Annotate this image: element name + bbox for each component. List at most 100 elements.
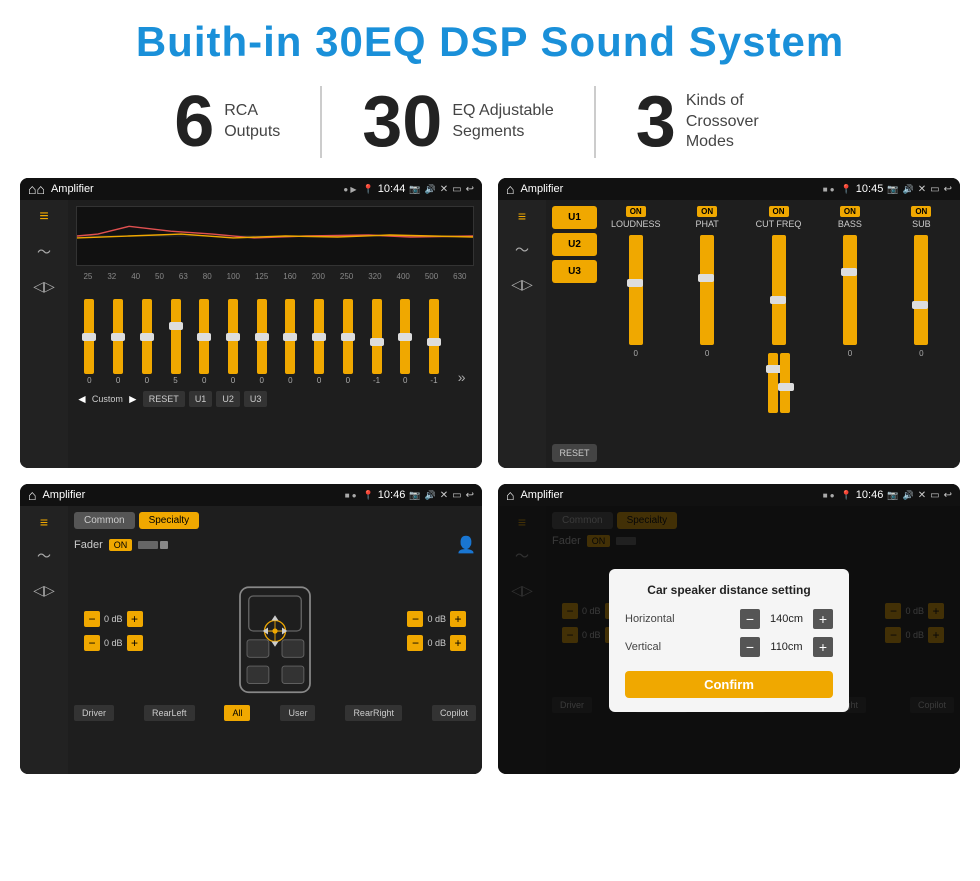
home-icon-4[interactable]: ⌂ xyxy=(506,487,514,503)
wave-icon-3[interactable]: 〜 xyxy=(37,546,51,566)
home-icon-3[interactable]: ⌂ xyxy=(28,487,36,503)
driver-button[interactable]: Driver xyxy=(74,705,114,721)
eq-slider-1: 0 xyxy=(113,299,123,385)
screen3-content: ≡ 〜 ◁▷ Common Specialty Fader ON 👤 xyxy=(20,506,482,774)
user-button[interactable]: User xyxy=(280,705,315,721)
eq-icon-1[interactable]: ≡ xyxy=(39,208,48,226)
vertical-inc-button[interactable]: + xyxy=(813,637,833,657)
crossover-reset-button[interactable]: RESET xyxy=(552,444,597,462)
eq-reset-button[interactable]: RESET xyxy=(143,391,185,407)
channel-bass: ON BASS 0 xyxy=(817,206,882,462)
stat-crossover: 3 Kinds of Crossover Modes xyxy=(596,86,846,158)
vol-fl-inc[interactable]: + xyxy=(127,611,143,627)
vol-icon-1[interactable]: ◁▷ xyxy=(33,278,55,295)
wave-icon-1[interactable]: 〜 xyxy=(37,242,51,262)
crossover-channels: ON LOUDNESS 0 ON PHAT 0 ON xyxy=(603,206,954,462)
status-icons-4: 📍 10:46 📷 🔊 ✕ ▭ ↩ xyxy=(841,489,952,501)
x-icon-1: ✕ xyxy=(440,184,448,195)
back-icon-3[interactable]: ↩ xyxy=(466,490,474,501)
screen-eq: ⌂ Amplifier ● ▶ 📍 10:44 📷 🔊 ✕ ▭ ↩ ≡ 〜 ◁▷ xyxy=(20,178,482,468)
channel-phat: ON PHAT 0 xyxy=(674,206,739,462)
eq-u3-button[interactable]: U3 xyxy=(244,391,268,407)
horizontal-value: 140cm xyxy=(764,613,809,625)
u3-button[interactable]: U3 xyxy=(552,260,597,283)
cutfreq-label: CUT FREQ xyxy=(756,219,802,229)
u2-button[interactable]: U2 xyxy=(552,233,597,256)
vol-rl-dec[interactable]: − xyxy=(84,635,100,651)
home-icon-2[interactable]: ⌂ xyxy=(506,181,514,197)
x-icon-2: ✕ xyxy=(918,184,926,195)
eq-slider-11: 0 xyxy=(400,299,410,385)
channel-sub: ON SUB 0 xyxy=(889,206,954,462)
eq-next-button[interactable]: ► xyxy=(127,392,139,406)
eq-slider-12: -1 xyxy=(429,299,439,385)
vol-rl-inc[interactable]: + xyxy=(127,635,143,651)
vertical-controls: − 110cm + xyxy=(740,637,833,657)
eq-u1-button[interactable]: U1 xyxy=(189,391,213,407)
copilot-button[interactable]: Copilot xyxy=(432,705,476,721)
vol-fr-dec[interactable]: − xyxy=(407,611,423,627)
eq-icon-3[interactable]: ≡ xyxy=(40,514,48,530)
vol-rr-dec[interactable]: − xyxy=(407,635,423,651)
vol-rr-inc[interactable]: + xyxy=(450,635,466,651)
screen3-title: Amplifier xyxy=(42,489,338,501)
screen1-time: 10:44 xyxy=(378,183,406,195)
eq-bottom-bar: ◄ Custom ► RESET U1 U2 U3 xyxy=(76,389,474,409)
wave-icon-2[interactable]: 〜 xyxy=(515,240,529,260)
vol-fl-dec[interactable]: − xyxy=(84,611,100,627)
back-icon-2[interactable]: ↩ xyxy=(944,184,952,195)
eq-slider-13: » xyxy=(458,369,466,385)
status-bar-2: ⌂ Amplifier ■ ● 📍 10:45 📷 🔊 ✕ ▭ ↩ xyxy=(498,178,960,200)
rearright-button[interactable]: RearRight xyxy=(345,705,402,721)
confirm-button[interactable]: Confirm xyxy=(625,671,833,698)
eq-graph xyxy=(76,206,474,266)
rect-icon-1: ▭ xyxy=(452,184,461,195)
vol-rl-value: 0 dB xyxy=(104,638,123,648)
all-button[interactable]: All xyxy=(224,705,250,721)
status-icons-3: 📍 10:46 📷 🔊 ✕ ▭ ↩ xyxy=(363,489,474,501)
loudness-on: ON xyxy=(626,206,646,217)
crossover-presets: U1 U2 U3 RESET xyxy=(552,206,597,462)
camera-icon-1: 📷 xyxy=(409,184,420,195)
eq-icon-2[interactable]: ≡ xyxy=(518,208,526,224)
stat-rca-text: RCA Outputs xyxy=(224,101,280,143)
vol-rr-value: 0 dB xyxy=(427,638,446,648)
screen4-time: 10:46 xyxy=(856,489,884,501)
x-icon-3: ✕ xyxy=(440,490,448,501)
tab-specialty[interactable]: Specialty xyxy=(139,512,200,529)
vol-fr-inc[interactable]: + xyxy=(450,611,466,627)
stat-eq: 30 EQ Adjustable Segments xyxy=(322,86,596,158)
camera-icon-2: 📷 xyxy=(887,184,898,195)
stat-eq-text: EQ Adjustable Segments xyxy=(452,101,553,143)
screen1-content: ≡ 〜 ◁▷ 2532405063 80100125160200 2503204… xyxy=(20,200,482,468)
sub-label: SUB xyxy=(912,219,931,229)
vol-icon-2[interactable]: ◁▷ xyxy=(511,276,533,293)
u1-button[interactable]: U1 xyxy=(552,206,597,229)
eq-prev-button[interactable]: ◄ xyxy=(76,392,88,406)
screen3-dots: ■ ● xyxy=(345,491,357,500)
eq-slider-10: -1 xyxy=(372,299,382,385)
tab-common[interactable]: Common xyxy=(74,512,135,529)
screens-grid: ⌂ Amplifier ● ▶ 📍 10:44 📷 🔊 ✕ ▭ ↩ ≡ 〜 ◁▷ xyxy=(0,168,980,784)
back-icon-1[interactable]: ↩ xyxy=(466,184,474,195)
home-icon-1[interactable]: ⌂ xyxy=(28,181,45,197)
vol-icon-3[interactable]: ◁▷ xyxy=(33,582,55,599)
location-icon-3: 📍 xyxy=(363,490,374,501)
vol-row-rl: − 0 dB + xyxy=(84,635,143,651)
dialog-horizontal-row: Horizontal − 140cm + xyxy=(625,609,833,629)
horizontal-inc-button[interactable]: + xyxy=(813,609,833,629)
eq-slider-0: 0 xyxy=(84,299,94,385)
sub-on: ON xyxy=(911,206,931,217)
rearleft-button[interactable]: RearLeft xyxy=(144,705,195,721)
back-icon-4[interactable]: ↩ xyxy=(944,490,952,501)
vol-row-rr: − 0 dB + xyxy=(407,635,466,651)
screen2-sidebar: ≡ 〜 ◁▷ xyxy=(498,200,546,468)
eq-u2-button[interactable]: U2 xyxy=(216,391,240,407)
fader-header: Fader ON 👤 xyxy=(74,535,476,555)
vertical-dec-button[interactable]: − xyxy=(740,637,760,657)
eq-freq-labels: 2532405063 80100125160200 25032040050063… xyxy=(76,272,474,281)
speaker-icon-4: 🔊 xyxy=(903,490,914,501)
speaker-layout: − 0 dB + − 0 dB + xyxy=(74,561,476,701)
horizontal-dec-button[interactable]: − xyxy=(740,609,760,629)
cutfreq-on: ON xyxy=(769,206,789,217)
